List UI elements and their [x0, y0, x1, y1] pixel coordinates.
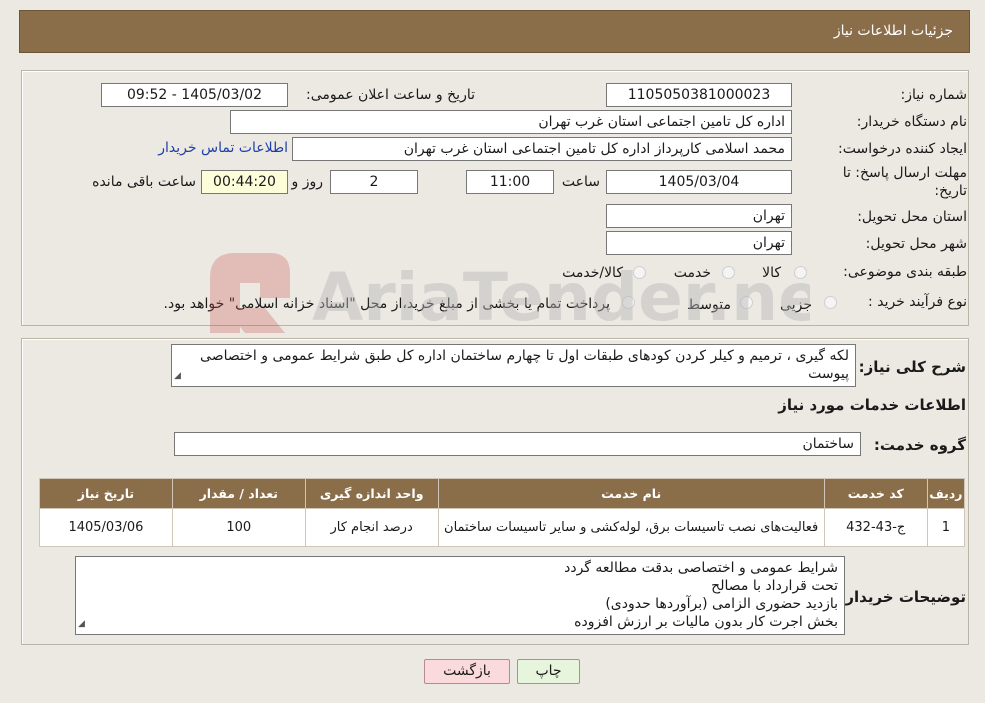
summary-text: لکه گیری ، ترمیم و کیلر کردن کودهای طبقا… — [200, 348, 849, 382]
process-minor-radio[interactable] — [824, 296, 837, 309]
col-unit: واحد اندازه گیری — [304, 478, 439, 509]
province-label: استان محل تحویل: — [857, 209, 967, 225]
cell-row-number: 1 — [926, 508, 966, 547]
remaining-time-field: 00:44:20 — [201, 170, 288, 194]
buyer-notes-line: شرایط عمومی و اختصاصی بدقت مطالعه گردد — [564, 560, 838, 576]
page-title-bar: جزئیات اطلاعات نیاز — [19, 10, 970, 53]
resize-grip-icon[interactable]: ◢ — [78, 615, 85, 633]
process-type-label: نوع فرآیند خرید : — [868, 294, 967, 310]
col-row-number: ردیف — [926, 478, 966, 509]
need-info-panel — [21, 70, 969, 326]
cell-service-code: ج-43-432 — [823, 508, 928, 547]
back-button[interactable]: بازگشت — [424, 659, 510, 684]
col-need-date: تاریخ نیاز — [39, 478, 173, 509]
buyer-org-label: نام دستگاه خریدار: — [856, 114, 967, 130]
process-treasury-checkbox[interactable] — [622, 296, 635, 309]
process-medium-radio[interactable] — [740, 296, 753, 309]
category-goods-service-label: کالا/خدمت — [562, 265, 623, 281]
province-field[interactable]: تهران — [606, 204, 792, 228]
process-minor-label: جزیی — [780, 297, 812, 313]
buyer-notes-textarea[interactable]: شرایط عمومی و اختصاصی بدقت مطالعه گردد ت… — [75, 556, 845, 635]
summary-label: شرح کلی نیاز: — [858, 358, 966, 376]
days-field[interactable]: 2 — [330, 170, 418, 194]
need-number-field[interactable]: 1105050381000023 — [606, 83, 792, 107]
buyer-notes-line: بازدید حضوری الزامی (برآوردها حدودی) — [605, 596, 838, 612]
page-title: جزئیات اطلاعات نیاز — [833, 23, 953, 39]
col-quantity: تعداد / مقدار — [171, 478, 306, 509]
summary-textarea[interactable]: لکه گیری ، ترمیم و کیلر کردن کودهای طبقا… — [171, 344, 856, 387]
deadline-time-label: ساعت — [561, 174, 600, 190]
buyer-org-field[interactable]: اداره کل تامین اجتماعی استان غرب تهران — [230, 110, 792, 134]
process-treasury-note: پرداخت تمام یا بخشی از مبلغ خرید،از محل … — [163, 296, 610, 312]
deadline-date-field[interactable]: 1405/03/04 — [606, 170, 792, 194]
deadline-time-field[interactable]: 11:00 — [466, 170, 554, 194]
service-group-label: گروه خدمت: — [873, 436, 966, 454]
process-medium-label: متوسط — [687, 297, 731, 313]
category-label: طبقه بندی موضوعی: — [843, 264, 967, 280]
buyer-notes-line: بخش اجرت کار بدون مالیات بر ارزش افزوده — [574, 614, 838, 630]
services-table: ردیف کد خدمت نام خدمت واحد اندازه گیری ت… — [39, 478, 966, 547]
table-header-row: ردیف کد خدمت نام خدمت واحد اندازه گیری ت… — [39, 478, 966, 509]
category-goods-service-radio[interactable] — [633, 266, 646, 279]
deadline-label: مهلت ارسال پاسخ: تا — [842, 165, 967, 181]
buyer-contact-link[interactable]: اطلاعات تماس خریدار — [158, 140, 288, 156]
col-service-code: کد خدمت — [823, 478, 928, 509]
table-row: 1 ج-43-432 فعالیت‌های نصب تاسیسات برق، ل… — [39, 508, 966, 547]
buyer-notes-label: توضیحات خریدار: — [839, 588, 966, 606]
creator-field[interactable]: محمد اسلامی کارپرداز اداره کل تامین اجتم… — [292, 137, 792, 161]
days-label: روز و — [291, 174, 324, 190]
print-button[interactable]: چاپ — [517, 659, 580, 684]
remaining-time-label: ساعت باقی مانده — [92, 174, 196, 190]
buyer-notes-line: تحت قرارداد با مصالح — [711, 578, 838, 594]
cell-service-name: فعالیت‌های نصب تاسیسات برق، لوله‌کشی و س… — [437, 508, 825, 547]
col-service-name: نام خدمت — [437, 478, 825, 509]
category-service-label: خدمت — [673, 265, 711, 281]
deadline-date-label: تاریخ: — [934, 183, 967, 199]
city-label: شهر محل تحویل: — [865, 236, 967, 252]
announce-datetime-field[interactable]: 1405/03/02 - 09:52 — [101, 83, 288, 107]
category-service-radio[interactable] — [722, 266, 735, 279]
cell-unit: درصد انجام کار — [304, 508, 439, 547]
cell-quantity: 100 — [171, 508, 306, 547]
service-group-field[interactable]: ساختمان — [174, 432, 861, 456]
need-number-label: شماره نیاز: — [900, 87, 968, 103]
announce-datetime-label: تاریخ و ساعت اعلان عمومی: — [306, 87, 475, 103]
resize-grip-icon[interactable]: ◢ — [174, 367, 181, 385]
services-section-title: اطلاعات خدمات مورد نیاز — [778, 396, 966, 414]
category-goods-radio[interactable] — [794, 266, 807, 279]
city-field[interactable]: تهران — [606, 231, 792, 255]
cell-need-date: 1405/03/06 — [39, 508, 173, 547]
category-goods-label: کالا — [762, 265, 781, 281]
creator-label: ایجاد کننده درخواست: — [838, 141, 967, 157]
